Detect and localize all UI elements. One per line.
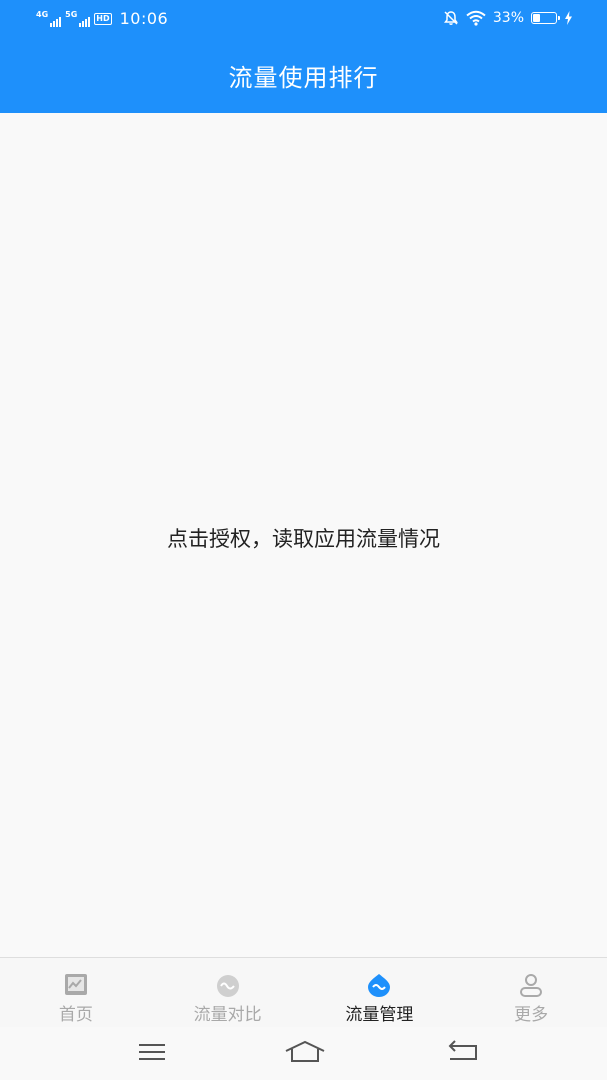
status-left: 4G 5G HD 10:06 xyxy=(36,9,168,28)
home-icon[interactable] xyxy=(284,1037,326,1067)
status-right: 33% xyxy=(443,10,573,26)
app-header: 4G 5G HD 10:06 33% 流量使用排行 xyxy=(0,0,607,113)
tab-label: 流量管理 xyxy=(345,1005,414,1025)
back-icon[interactable] xyxy=(446,1037,480,1067)
mute-bell-icon xyxy=(443,11,458,25)
chart-box-icon xyxy=(64,974,87,995)
tab-label: 流量对比 xyxy=(193,1005,262,1025)
charging-bolt-icon xyxy=(565,11,572,25)
tab-label: 更多 xyxy=(514,1005,549,1025)
main-content: 点击授权，读取应用流量情况 xyxy=(0,113,607,957)
tab-more[interactable]: 更多 xyxy=(455,958,607,1028)
sim1-network-label: 4G xyxy=(36,9,49,19)
cloud-wave-icon xyxy=(216,975,239,997)
sim2-network-label: 5G xyxy=(65,9,78,19)
tab-home[interactable]: 首页 xyxy=(0,958,152,1028)
status-time: 10:06 xyxy=(119,9,169,28)
hd-voice-badge: HD xyxy=(94,12,112,25)
person-icon xyxy=(520,974,543,997)
tab-traffic-manage[interactable]: 流量管理 xyxy=(304,958,456,1028)
battery-icon xyxy=(531,12,560,24)
sim1-signal-icon: 4G xyxy=(36,9,62,27)
page-title: 流量使用排行 xyxy=(228,64,379,92)
battery-percent: 33% xyxy=(492,10,524,26)
menu-icon[interactable] xyxy=(135,1037,169,1067)
bottom-tab-bar: 首页 流量对比 流量管理 更多 xyxy=(0,957,607,1028)
wifi-icon xyxy=(466,10,486,26)
tab-compare[interactable]: 流量对比 xyxy=(152,958,304,1028)
authorize-prompt[interactable]: 点击授权，读取应用流量情况 xyxy=(0,523,607,553)
system-navigation-bar xyxy=(0,1027,607,1080)
status-bar: 4G 5G HD 10:06 33% xyxy=(0,0,607,38)
tab-label: 首页 xyxy=(58,1005,93,1025)
sim2-signal-icon: 5G xyxy=(65,9,91,27)
water-drop-wave-icon xyxy=(368,974,391,997)
